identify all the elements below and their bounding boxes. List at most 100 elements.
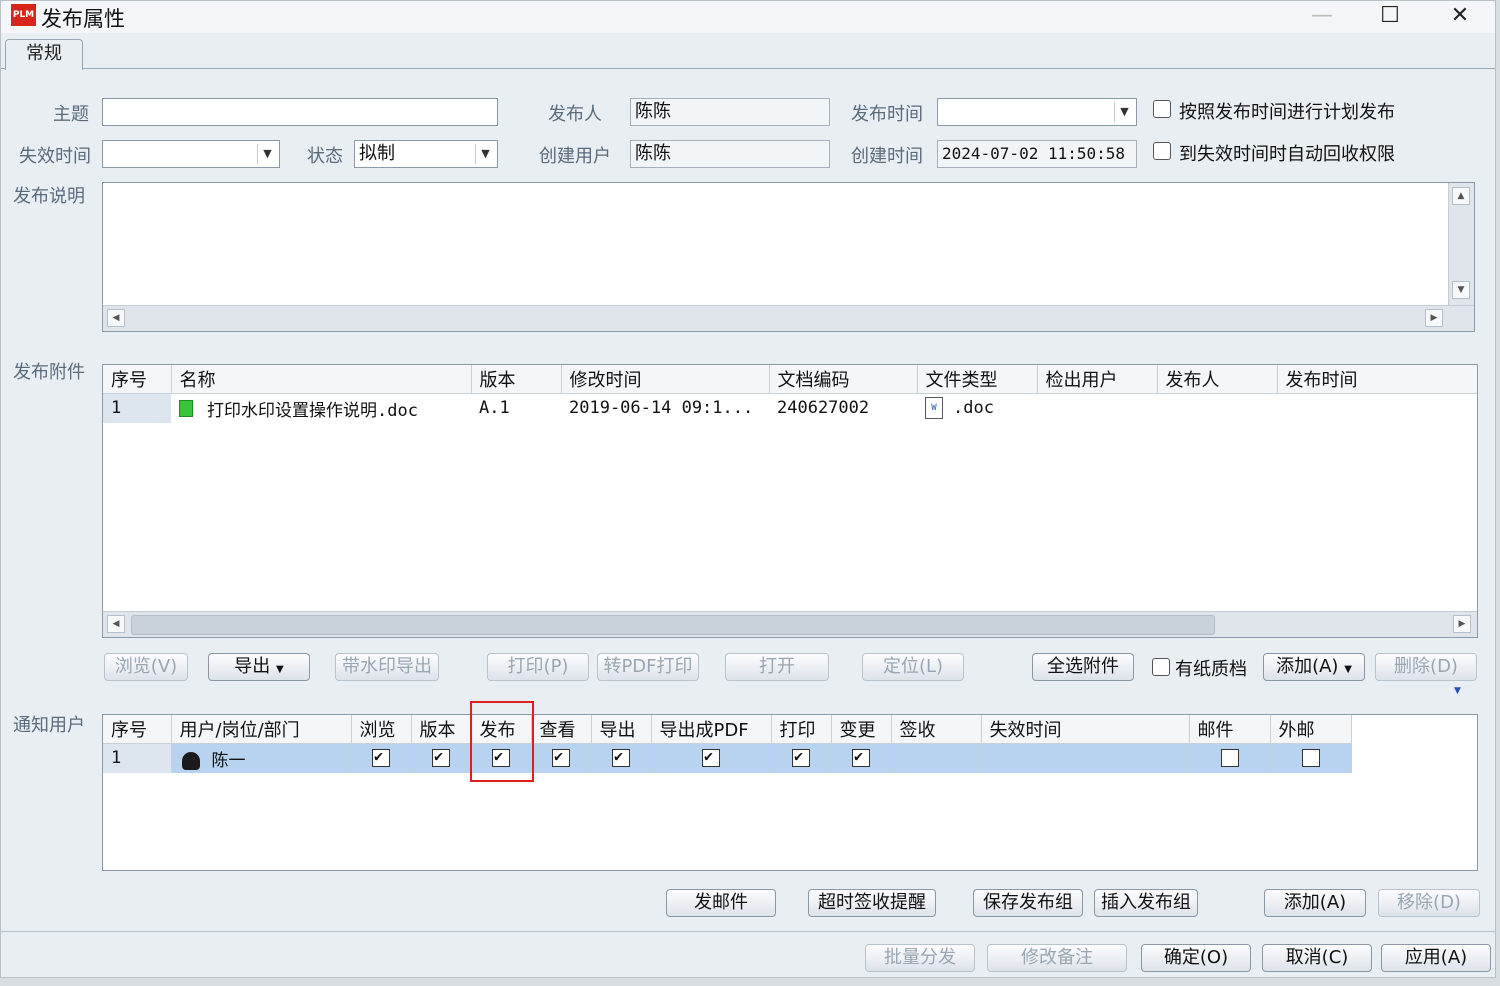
col-header[interactable]: 导出成PDF [651, 715, 772, 744]
modified-cell: 2019-06-14 09:1... [569, 398, 754, 419]
col-header[interactable]: 检出用户 [1037, 365, 1158, 394]
browse-button[interactable]: 浏览(V) [104, 653, 188, 681]
scroll-right-icon[interactable]: ▶ [1425, 309, 1443, 327]
version-checkbox[interactable] [432, 747, 450, 768]
open-button[interactable]: 打开 [725, 653, 829, 681]
description-vscrollbar[interactable]: ▲ ▼ [1448, 183, 1474, 305]
publisher-label: 发布人 [548, 104, 602, 125]
minimize-button[interactable]: — [1287, 1, 1357, 33]
add-attachment-dropdown-button[interactable]: 添加(A) ▼ [1263, 653, 1365, 681]
subject-input[interactable] [102, 98, 498, 126]
select-all-attachments-button[interactable]: 全选附件 [1032, 653, 1134, 681]
table-row[interactable]: 1 打印水印设置操作说明.doc A.1 2019-06-14 09:1... … [103, 393, 1477, 423]
plm-logo-icon: PLM [11, 4, 36, 26]
save-publish-group-button[interactable]: 保存发布组 [973, 889, 1083, 917]
export-checkbox[interactable] [612, 747, 630, 768]
attachments-table-panel: 序号 名称 版本 修改时间 文档编码 文件类型 检出用户 发布人 发布时间 1 … [102, 364, 1478, 638]
ok-button[interactable]: 确定(O) [1141, 944, 1251, 972]
chevron-down-icon[interactable]: ▼ [475, 144, 495, 164]
col-header[interactable]: 邮件 [1189, 715, 1271, 744]
scroll-thumb[interactable] [131, 615, 1215, 635]
scroll-right-icon[interactable]: ▶ [1453, 615, 1471, 633]
notify-header-row: 序号 用户/岗位/部门 浏览 版本 发布 查看 导出 导出成PDF 打印 变更 … [103, 715, 1352, 744]
col-header[interactable]: 导出 [591, 715, 652, 744]
mail-cell [1189, 743, 1271, 773]
view-checkbox[interactable] [552, 747, 570, 768]
chevron-down-icon[interactable]: ▼ [1114, 102, 1134, 122]
watermark-export-button[interactable]: 带水印导出 [335, 653, 439, 681]
browse-checkbox[interactable] [372, 747, 390, 768]
maximize-button[interactable]: ☐ [1355, 1, 1425, 33]
add-label: 添加(A) [1276, 656, 1339, 677]
apply-button[interactable]: 应用(A) [1381, 944, 1491, 972]
remove-user-button[interactable]: 移除(D) [1378, 889, 1480, 917]
caret-down-icon: ▼ [1344, 664, 1352, 675]
print-checkbox[interactable] [792, 747, 810, 768]
expand-caret-icon[interactable]: ▼ [1454, 686, 1461, 696]
col-header[interactable]: 序号 [103, 365, 172, 394]
close-button[interactable]: ✕ [1425, 1, 1495, 33]
publish-properties-dialog: PLM 发布属性 — ☐ ✕ 常规 主题 发布人 陈陈 发布时间 ▼ 按照发布时… [0, 0, 1496, 978]
scroll-left-icon[interactable]: ◀ [107, 309, 125, 327]
attachments-hscrollbar[interactable]: ◀ ▶ [103, 611, 1477, 637]
version-cell: A.1 [479, 398, 510, 419]
col-header[interactable]: 版本 [471, 365, 562, 394]
timeout-remind-button[interactable]: 超时签收提醒 [808, 889, 936, 917]
schedule-publish-checkbox[interactable] [1153, 100, 1171, 118]
add-user-button[interactable]: 添加(A) [1264, 889, 1366, 917]
description-hscrollbar[interactable]: ◀ ▶ [103, 305, 1474, 331]
status-dropdown[interactable]: 拟制 ▼ [354, 140, 498, 168]
creator-label: 创建用户 [539, 146, 611, 167]
col-header[interactable]: 文件类型 [917, 365, 1038, 394]
tab-strip: 常规 [1, 39, 1495, 70]
col-header[interactable]: 发布人 [1157, 365, 1278, 394]
checkout-cell [1037, 393, 1157, 423]
delete-attachment-button[interactable]: 删除(D) [1375, 653, 1477, 681]
scroll-down-icon[interactable]: ▼ [1452, 281, 1470, 299]
col-header[interactable]: 版本 [411, 715, 472, 744]
col-header[interactable]: 失效时间 [981, 715, 1190, 744]
print-button[interactable]: 打印(P) [487, 653, 589, 681]
expire-time-dropdown[interactable]: ▼ [102, 140, 280, 168]
scroll-up-icon[interactable]: ▲ [1452, 187, 1470, 205]
send-mail-button[interactable]: 发邮件 [666, 889, 776, 917]
pdf-print-button[interactable]: 转PDF打印 [597, 653, 699, 681]
mail-checkbox[interactable] [1220, 749, 1239, 768]
chevron-down-icon[interactable]: ▼ [257, 144, 277, 164]
browse-cell [351, 743, 412, 773]
col-header[interactable]: 用户/岗位/部门 [171, 715, 352, 744]
col-header[interactable]: 文档编码 [769, 365, 918, 394]
user-cell: 陈一 [171, 743, 352, 773]
auto-revoke-checkbox[interactable] [1153, 142, 1171, 160]
col-header[interactable]: 打印 [771, 715, 832, 744]
col-header[interactable]: 序号 [103, 715, 172, 744]
edit-note-button[interactable]: 修改备注 [987, 944, 1127, 972]
locate-button[interactable]: 定位(L) [862, 653, 964, 681]
attachments-label: 发布附件 [13, 362, 85, 383]
change-checkbox[interactable] [852, 747, 870, 768]
scroll-left-icon[interactable]: ◀ [107, 615, 125, 633]
insert-publish-group-button[interactable]: 插入发布组 [1094, 889, 1198, 917]
ext-mail-checkbox[interactable] [1301, 749, 1320, 768]
paper-doc-checkbox[interactable] [1152, 658, 1170, 676]
paper-doc-label: 有纸质档 [1175, 659, 1247, 680]
export-pdf-checkbox[interactable] [702, 747, 720, 768]
batch-distribute-button[interactable]: 批量分发 [865, 944, 975, 972]
table-row[interactable]: 1 陈一 [103, 743, 1352, 773]
col-header[interactable]: 查看 [531, 715, 592, 744]
col-header[interactable]: 修改时间 [561, 365, 770, 394]
col-header[interactable]: 发布时间 [1277, 365, 1477, 394]
description-textarea[interactable]: ▲ ▼ ◀ ▶ [102, 182, 1475, 332]
tab-general[interactable]: 常规 [5, 39, 83, 70]
col-header[interactable]: 名称 [171, 365, 472, 394]
col-header[interactable]: 浏览 [351, 715, 412, 744]
col-header[interactable]: 变更 [831, 715, 892, 744]
window-title: 发布属性 [41, 7, 125, 31]
export-dropdown-button[interactable]: 导出 ▼ [208, 653, 310, 681]
publish-time-dropdown[interactable]: ▼ [937, 98, 1137, 126]
col-header[interactable]: 外邮 [1270, 715, 1352, 744]
caret-down-icon: ▼ [276, 664, 284, 675]
col-header[interactable]: 签收 [891, 715, 982, 744]
description-label: 发布说明 [13, 186, 85, 207]
cancel-button[interactable]: 取消(C) [1262, 944, 1372, 972]
